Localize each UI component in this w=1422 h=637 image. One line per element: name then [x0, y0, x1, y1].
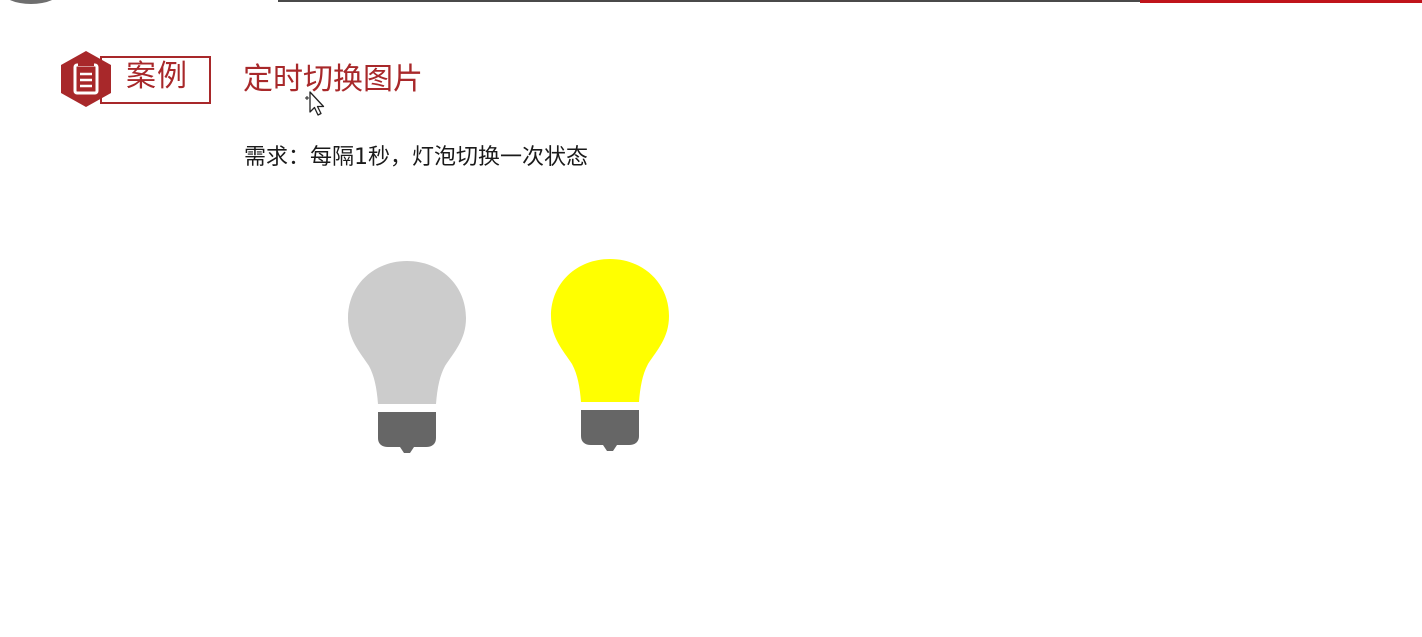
page-title: 定时切换图片	[243, 62, 423, 97]
slide: 案例 定时切换图片 需求：每隔1秒，灯泡切换一次状态	[0, 0, 1422, 637]
bulb-off-glass	[348, 261, 466, 404]
top-circle-decoration	[2, 0, 60, 4]
bulb-on-glass	[551, 259, 669, 402]
top-accent-line	[1140, 0, 1422, 3]
light-bulb-on-icon	[551, 259, 669, 451]
document-icon	[61, 51, 111, 107]
light-bulb-off-icon	[348, 261, 466, 453]
mouse-cursor-icon	[305, 91, 325, 116]
case-badge: 案例	[60, 50, 211, 108]
top-divider-line	[278, 0, 1140, 2]
case-label: 案例	[126, 59, 188, 94]
requirement-text: 需求：每隔1秒，灯泡切换一次状态	[244, 145, 588, 170]
bulb-off-base	[378, 412, 436, 453]
bulb-on-base	[581, 410, 639, 451]
